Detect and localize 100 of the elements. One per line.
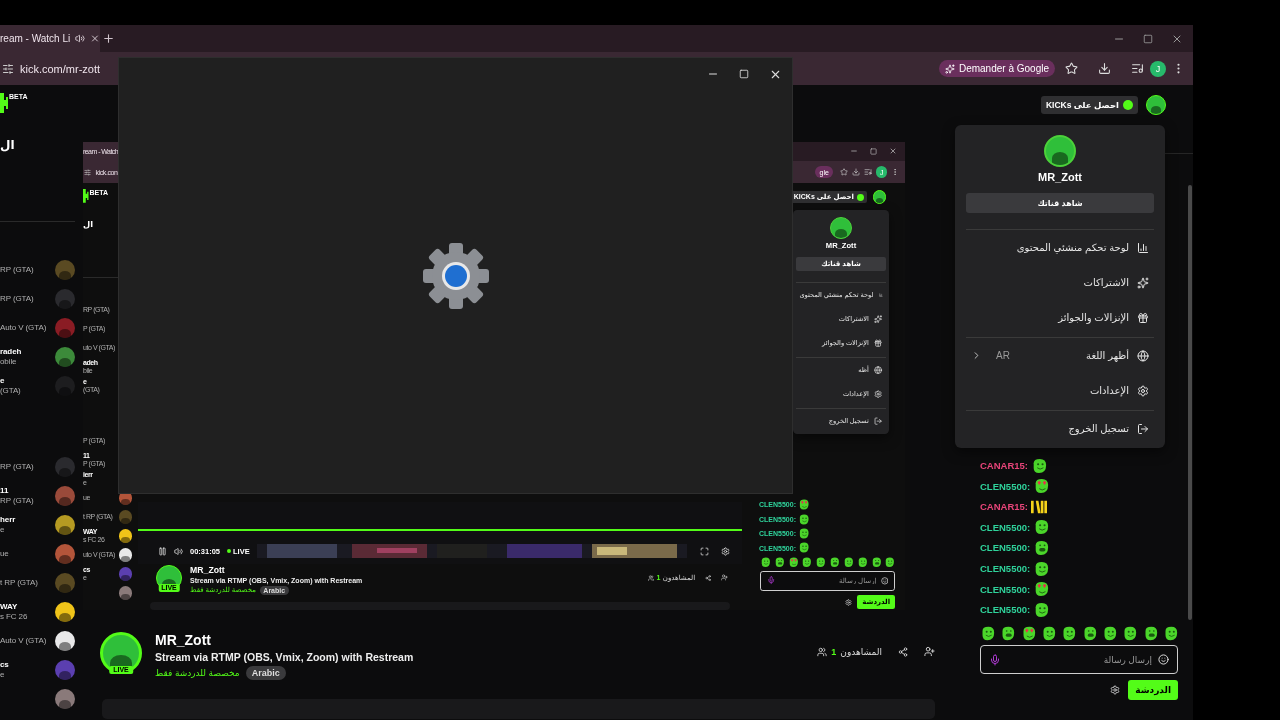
emoji-icon[interactable] bbox=[1158, 654, 1169, 665]
menu-item[interactable]: الاشتراكات bbox=[966, 265, 1154, 300]
settings-gear-icon bbox=[422, 242, 489, 309]
channel-avatar[interactable] bbox=[118, 529, 133, 544]
new-tab-icon[interactable] bbox=[102, 32, 115, 45]
bookmark-star-icon[interactable] bbox=[839, 168, 848, 176]
channel-avatar[interactable] bbox=[55, 601, 75, 622]
sparkle-icon bbox=[1137, 276, 1149, 289]
bookmark-star-icon[interactable] bbox=[1065, 62, 1078, 75]
channel-text: herr bbox=[0, 514, 17, 525]
chat-username: CLEN5500: bbox=[980, 563, 1031, 574]
viewer-count: 1 bbox=[831, 646, 837, 657]
share-icon[interactable] bbox=[705, 574, 712, 581]
settings-icon bbox=[874, 390, 883, 399]
language-tag[interactable]: Arabic bbox=[245, 666, 286, 680]
settings-icon[interactable] bbox=[844, 598, 852, 606]
streamer-name: MR_Zott bbox=[190, 565, 226, 576]
emote-icon bbox=[856, 557, 868, 568]
volume-icon[interactable] bbox=[174, 546, 183, 556]
emote-icon bbox=[1122, 626, 1138, 641]
channel-avatar[interactable] bbox=[55, 630, 75, 651]
download-icon[interactable] bbox=[852, 168, 861, 176]
channel-text: s FC 26 bbox=[0, 611, 29, 622]
globe-icon bbox=[874, 365, 883, 375]
site-info-icon bbox=[84, 168, 92, 176]
close-tab-icon[interactable] bbox=[90, 33, 100, 44]
channel-text: e bbox=[0, 375, 6, 386]
emoji-icon[interactable] bbox=[880, 576, 889, 585]
channel-text: e bbox=[0, 524, 6, 535]
channel-text: cs bbox=[0, 659, 10, 670]
logo-icon bbox=[0, 93, 8, 113]
microphone-icon[interactable] bbox=[766, 576, 775, 585]
chat-input-field[interactable]: إرسال رسالة bbox=[1007, 654, 1152, 665]
streamer-name: MR_Zott bbox=[155, 632, 212, 649]
address-field[interactable]: kick.com/mr-zott bbox=[20, 62, 101, 75]
channel-text: RP (GTA) bbox=[0, 461, 35, 472]
settings-icon[interactable] bbox=[721, 546, 730, 556]
settings-icon[interactable] bbox=[1110, 685, 1121, 695]
channel-text: obile bbox=[0, 356, 18, 367]
chat-username: CANAR15: bbox=[980, 501, 1029, 513]
playlist-icon[interactable] bbox=[1131, 62, 1144, 75]
emote-icon bbox=[798, 499, 810, 511]
emote-icon bbox=[1033, 601, 1050, 618]
playlist-icon[interactable] bbox=[864, 168, 873, 176]
user-avatar bbox=[829, 217, 853, 240]
logo-icon bbox=[83, 188, 89, 203]
channel-text: Auto V (GTA) bbox=[0, 635, 48, 646]
sparkle-icon bbox=[944, 63, 955, 74]
stream-title: Stream via RTMP (OBS, Vmix, Zoom) with Restream bbox=[155, 651, 414, 663]
emote-icon bbox=[1033, 581, 1050, 598]
chart-icon bbox=[1137, 241, 1149, 254]
viewers-icon bbox=[647, 574, 654, 581]
menu-item[interactable]: الإنزالات والجوائز bbox=[966, 300, 1154, 335]
channel-avatar[interactable] bbox=[118, 548, 133, 563]
emote-icon bbox=[798, 513, 810, 525]
pause-icon[interactable] bbox=[158, 546, 167, 556]
settings-icon bbox=[1137, 384, 1149, 397]
emote-icon bbox=[1033, 478, 1050, 495]
fullscreen-icon[interactable] bbox=[700, 546, 709, 556]
chat-username: CANAR15: bbox=[980, 460, 1029, 472]
globe-icon bbox=[1137, 349, 1149, 362]
chat-username: CLEN5500: bbox=[980, 604, 1031, 616]
ask-google-button[interactable]: Demander à Google bbox=[938, 60, 1055, 77]
emote-icon bbox=[1041, 626, 1056, 641]
username: MR_Zott bbox=[1038, 171, 1082, 184]
chart-icon bbox=[878, 291, 883, 300]
chat-button[interactable]: الدردشة bbox=[1128, 680, 1178, 700]
speaker-icon bbox=[75, 33, 86, 44]
download-icon[interactable] bbox=[1098, 62, 1111, 75]
emote-icon bbox=[1033, 560, 1050, 577]
follow-icon[interactable] bbox=[721, 574, 728, 582]
section-heading: ال bbox=[83, 219, 93, 230]
site-info-icon[interactable] bbox=[2, 62, 14, 75]
kicks-coin-icon bbox=[1123, 100, 1133, 110]
logout-icon bbox=[874, 416, 883, 425]
share-icon[interactable] bbox=[898, 646, 908, 657]
close-icon bbox=[889, 147, 897, 156]
microphone-icon[interactable] bbox=[989, 653, 1001, 666]
section-heading: ال bbox=[0, 138, 15, 152]
user-avatar bbox=[1044, 135, 1076, 167]
user-avatar[interactable] bbox=[872, 190, 887, 205]
message-box[interactable]: إرسال رسالة bbox=[980, 645, 1178, 674]
channel-avatar[interactable] bbox=[55, 514, 75, 535]
get-kicks-button[interactable]: احصل على KICKs bbox=[1040, 96, 1138, 114]
emote-icon bbox=[773, 557, 785, 568]
follow-icon[interactable] bbox=[924, 646, 935, 657]
emote-icon bbox=[1033, 519, 1050, 536]
menu-item[interactable]: تسجيل الخروج bbox=[966, 411, 1154, 446]
user-avatar[interactable] bbox=[1146, 95, 1166, 115]
menu-item[interactable]: لوحة تحكم منشئي المحتوى bbox=[966, 230, 1154, 265]
sparkle-icon bbox=[874, 315, 883, 324]
maximize-icon bbox=[870, 147, 877, 155]
browser-tab[interactable]: ream - Watch Li bbox=[0, 25, 100, 52]
channel-text: RP (GTA) bbox=[0, 495, 35, 506]
menu-item[interactable]: الإعدادات bbox=[966, 373, 1154, 408]
view-channel-button[interactable]: شاهد قناتك bbox=[966, 193, 1154, 213]
channel-text: radeh bbox=[0, 346, 23, 357]
maximize-icon[interactable] bbox=[1143, 33, 1153, 44]
emote-icon bbox=[798, 542, 810, 554]
emote-icon bbox=[787, 557, 799, 568]
